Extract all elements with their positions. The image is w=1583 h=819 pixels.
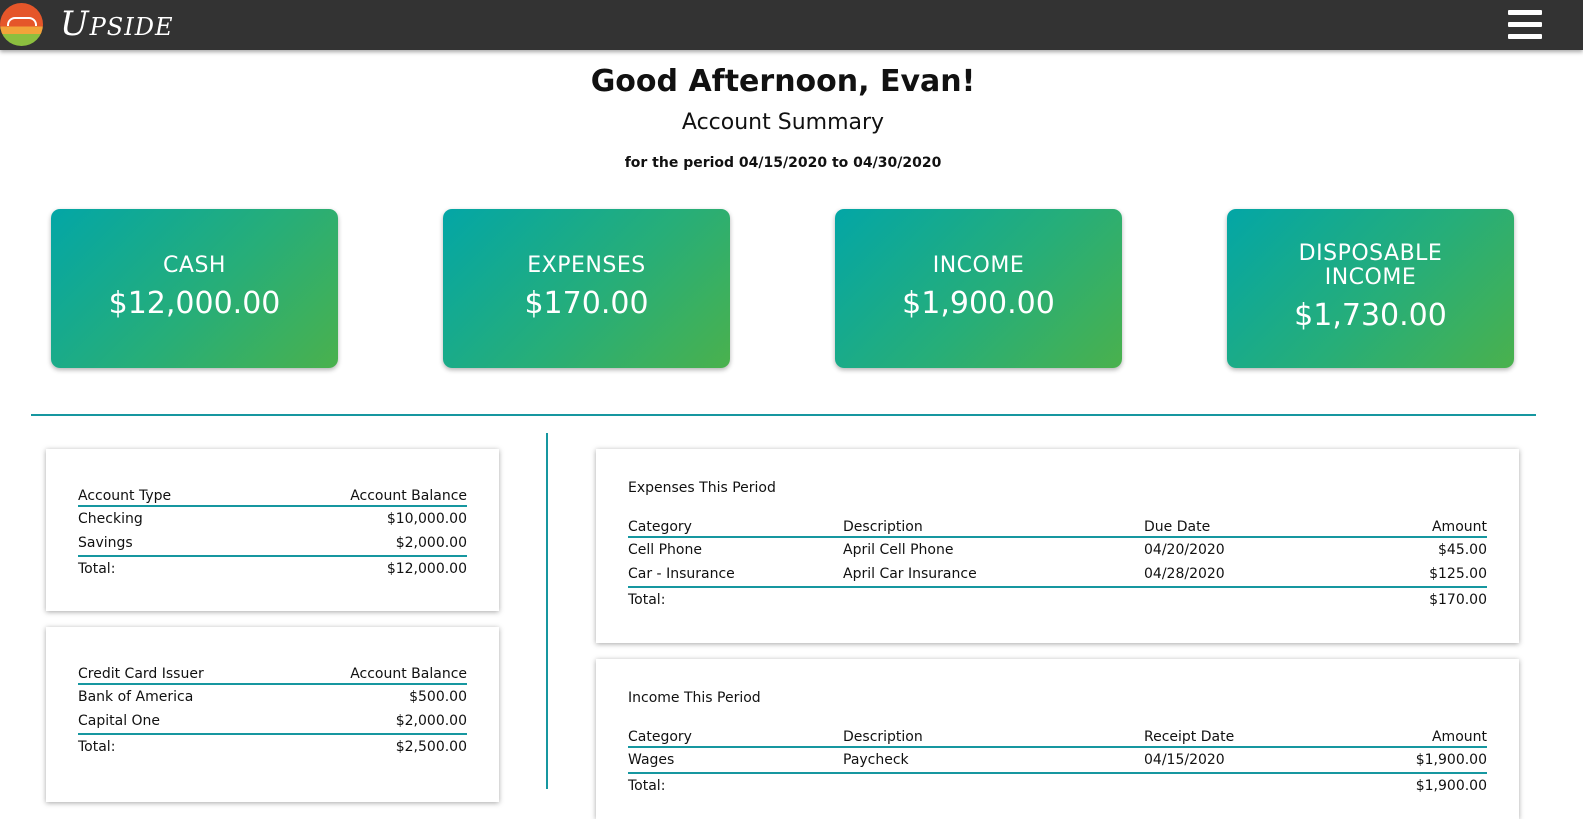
column-header: Due Date: [1144, 512, 1344, 538]
upside-logo-icon[interactable]: [0, 3, 43, 46]
menu-bar: [1508, 22, 1542, 27]
column-header: Description: [843, 722, 1144, 748]
expense-description: April Cell Phone: [843, 542, 954, 558]
income-table: Category Description Receipt Date Amount…: [628, 722, 1487, 798]
column-header: Account Balance: [279, 659, 467, 685]
panel-title: Expenses This Period: [628, 480, 776, 496]
expenses-table: Category Description Due Date Amount Cel…: [628, 512, 1487, 612]
card-label: DISPOSABLE INCOME: [1298, 240, 1443, 290]
total-row: Total: $1,900.00: [628, 772, 1487, 798]
expense-amount: $45.00: [1438, 542, 1487, 558]
page-title: Account Summary: [681, 110, 885, 135]
card-value: $1,900.00: [902, 285, 1055, 321]
total-row: Total: $2,500.00: [78, 733, 467, 759]
card-expenses: EXPENSES $170.00: [443, 209, 730, 368]
table-row[interactable]: Capital One $2,000.00: [78, 709, 467, 734]
card-label: INCOME: [932, 252, 1025, 278]
column-header: Account Type: [78, 481, 251, 507]
greeting-heading: Good Afternoon, Evan!: [590, 64, 976, 99]
table-row[interactable]: Checking $10,000.00: [78, 506, 467, 531]
account-balance: $500.00: [409, 689, 467, 705]
column-header: Credit Card Issuer: [78, 659, 280, 685]
card-value: $12,000.00: [108, 285, 281, 321]
table-header-row: Category Description Receipt Date Amount: [628, 722, 1487, 748]
accounts-panel: Account Type Account Balance Checking $1…: [46, 449, 499, 611]
expense-due-date: 04/20/2020: [1144, 542, 1225, 558]
table-header-row: Credit Card Issuer Account Balance: [78, 659, 467, 685]
credit-cards-panel: Credit Card Issuer Account Balance Bank …: [46, 627, 499, 802]
income-description: Paycheck: [843, 752, 909, 768]
expense-description: April Car Insurance: [843, 566, 977, 582]
total-value: $170.00: [1344, 586, 1487, 612]
brand-name[interactable]: Upside: [60, 3, 174, 45]
card-label: CASH: [163, 252, 226, 278]
income-panel: Income This Period Category Description …: [596, 659, 1519, 819]
card-disposable-income: DISPOSABLE INCOME $1,730.00: [1227, 209, 1514, 368]
table-header-row: Category Description Due Date Amount: [628, 512, 1487, 538]
total-label: Total:: [78, 555, 251, 581]
card-cash: CASH $12,000.00: [51, 209, 338, 368]
account-balance: $2,000.00: [395, 713, 467, 729]
card-income: INCOME $1,900.00: [835, 209, 1122, 368]
card-label: EXPENSES: [527, 252, 646, 278]
column-header: Amount: [1344, 722, 1487, 748]
menu-bar: [1508, 34, 1542, 39]
table-row[interactable]: Savings $2,000.00: [78, 531, 467, 556]
card-value: $1,730.00: [1294, 297, 1447, 333]
accounts-table: Account Type Account Balance Checking $1…: [78, 481, 467, 581]
card-issuer: Bank of America: [78, 689, 194, 705]
income-category: Wages: [628, 752, 675, 768]
account-balance: $2,000.00: [395, 535, 467, 551]
card-value: $170.00: [524, 285, 649, 321]
column-header: Category: [628, 722, 843, 748]
section-divider: [31, 414, 1536, 416]
hamburger-menu-icon[interactable]: [1506, 8, 1544, 42]
column-header: Account Balance: [250, 481, 467, 507]
table-row[interactable]: Car - Insurance April Car Insurance 04/2…: [628, 562, 1487, 587]
account-type: Savings: [78, 535, 133, 551]
total-value: $1,900.00: [1344, 772, 1487, 798]
expense-category: Car - Insurance: [628, 566, 735, 582]
expenses-panel: Expenses This Period Category Descriptio…: [596, 449, 1519, 643]
table-header-row: Account Type Account Balance: [78, 481, 467, 507]
expense-amount: $125.00: [1429, 566, 1487, 582]
menu-bar: [1508, 10, 1542, 15]
card-issuer: Capital One: [78, 713, 161, 729]
total-value: $2,500.00: [279, 733, 467, 759]
top-navbar: Upside: [0, 0, 1583, 50]
account-balance: $10,000.00: [386, 511, 467, 527]
total-label: Total:: [78, 733, 280, 759]
column-header: Receipt Date: [1144, 722, 1344, 748]
period-range: for the period 04/15/2020 to 04/30/2020: [624, 155, 942, 171]
total-value: $12,000.00: [250, 555, 467, 581]
table-row[interactable]: Wages Paycheck 04/15/2020 $1,900.00: [628, 747, 1487, 773]
table-row[interactable]: Bank of America $500.00: [78, 684, 467, 709]
total-row: Total: $170.00: [628, 586, 1487, 612]
column-header: Description: [843, 512, 1144, 538]
panel-title: Income This Period: [628, 690, 761, 706]
logo-car-shape: [7, 17, 37, 26]
expense-category: Cell Phone: [628, 542, 702, 558]
table-row[interactable]: Cell Phone April Cell Phone 04/20/2020 $…: [628, 537, 1487, 562]
total-row: Total: $12,000.00: [78, 555, 467, 581]
income-receipt-date: 04/15/2020: [1144, 752, 1225, 768]
column-divider: [546, 433, 548, 789]
total-label: Total:: [628, 586, 843, 612]
account-type: Checking: [78, 511, 143, 527]
column-header: Amount: [1344, 512, 1487, 538]
expense-due-date: 04/28/2020: [1144, 566, 1225, 582]
income-amount: $1,900.00: [1415, 752, 1487, 768]
credit-cards-table: Credit Card Issuer Account Balance Bank …: [78, 659, 467, 759]
total-label: Total:: [628, 772, 843, 798]
column-header: Category: [628, 512, 843, 538]
